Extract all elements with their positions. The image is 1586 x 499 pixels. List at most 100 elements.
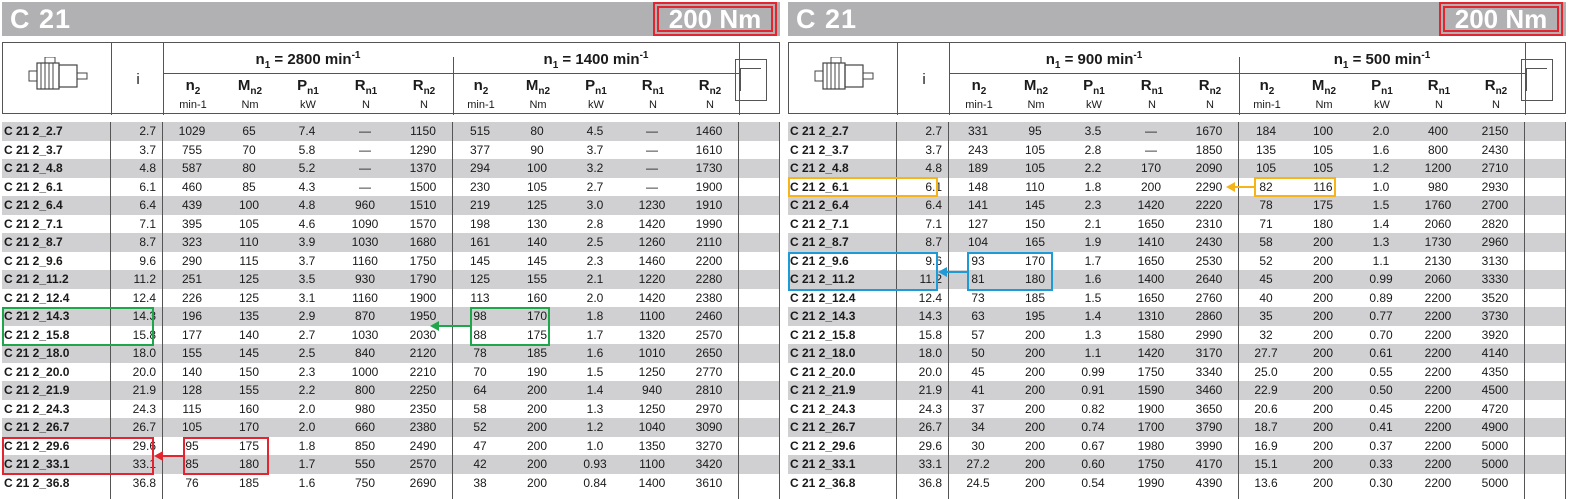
model-code: C 21 2_24.3 xyxy=(4,401,70,416)
model-code: C 21 2_9.6 xyxy=(4,253,63,268)
speed-header-b: n1 = 1400 min-1 xyxy=(543,50,649,71)
title-bar: C 21 200 Nm xyxy=(788,2,1566,36)
table-cell: 155 xyxy=(526,272,548,286)
table-cell: 1.7 xyxy=(298,457,316,471)
table-cell: 115 xyxy=(182,401,202,416)
table-row: C 21 2_7.1 7.1 395 105 4.6 1090 1570 198 130 2.8 1… xyxy=(2,215,780,234)
table-cell: 200 xyxy=(1024,401,1046,416)
model-code: C 21 2_36.8 xyxy=(790,475,856,490)
model-code: C 21 2_6.1 xyxy=(4,179,63,194)
table-cell: 4.5 xyxy=(586,124,604,138)
table-cell: 1.1 xyxy=(1084,346,1102,360)
table-cell: 105 xyxy=(1024,142,1046,157)
table-cell: 850 xyxy=(354,438,376,453)
table-cell: 1990 xyxy=(695,216,723,231)
table-cell: 200 xyxy=(1312,235,1334,249)
table-cell: 47 xyxy=(473,438,487,453)
table-cell: 25.0 xyxy=(1254,364,1278,379)
table-cell: 38 xyxy=(473,475,487,490)
table-cell: 113 xyxy=(470,290,490,305)
table-cell: 2.5 xyxy=(586,235,604,249)
table-cell: 1900 xyxy=(409,290,437,305)
table-cell: 2430 xyxy=(1195,235,1223,249)
table-cell: 165 xyxy=(1024,235,1046,249)
table-cell: 200 xyxy=(1024,420,1046,434)
speed-header-b: n1 = 500 min-1 xyxy=(1333,50,1431,71)
table-cell: 1400 xyxy=(638,475,666,490)
model-code: C 21 2_20.0 xyxy=(4,364,70,379)
table-cell: 1650 xyxy=(1137,290,1165,305)
table-cell: — xyxy=(646,142,658,157)
model-code: C 21 2_12.4 xyxy=(4,290,70,305)
table-cell: 2430 xyxy=(1481,142,1509,157)
table-cell: 1750 xyxy=(1137,457,1165,471)
table-row: C 21 2_2.7 2.7 1029 65 7.4 — 1150 515 80 4.5 — 1460 xyxy=(2,122,780,141)
ratio-value: 24.3 xyxy=(918,401,942,416)
table-cell: 1910 xyxy=(695,198,723,212)
table-cell: 3270 xyxy=(695,438,723,453)
table-cell: 0.74 xyxy=(1081,420,1105,434)
table-cell: 323 xyxy=(181,235,203,249)
table-cell: 1.8 xyxy=(1084,179,1102,194)
table-cell: 0.82 xyxy=(1081,401,1105,416)
model-code: C 21 2_11.2 xyxy=(4,272,69,286)
table-cell: 2640 xyxy=(1195,272,1223,286)
table-row: C 21 2_24.3 24.3 37 200 0.82 1900 3650 20.6 200 0… xyxy=(788,400,1566,419)
table-cell: 2200 xyxy=(1424,309,1452,323)
table-cell: 1250 xyxy=(638,401,666,416)
table-cell: 50 xyxy=(971,346,985,360)
table-cell: 145 xyxy=(469,253,491,268)
table-cell: 95 xyxy=(1028,124,1042,138)
model-code: C 21 2_8.7 xyxy=(4,235,63,249)
table-cell: 0.70 xyxy=(1369,327,1393,342)
table-cell: 587 xyxy=(181,161,203,175)
table-cell: 2700 xyxy=(1481,198,1509,212)
table-row: C 21 2_20.0 20.0 140 150 2.3 1000 2210 70 190 1.5… xyxy=(2,363,780,382)
table-cell: 2150 xyxy=(1481,124,1509,138)
table-cell: 4.8 xyxy=(298,198,316,212)
table-cell: 2650 xyxy=(695,346,723,360)
table-cell: 251 xyxy=(181,272,203,286)
table-cell: 1.5 xyxy=(1084,290,1102,305)
table-cell: 200 xyxy=(1024,475,1046,490)
table-cell: 100 xyxy=(526,161,548,175)
table-cell: — xyxy=(1145,124,1157,138)
table-cell: 0.50 xyxy=(1369,383,1393,397)
table-cell: 2690 xyxy=(409,475,437,490)
table-cell: 1.9 xyxy=(1084,235,1102,249)
table-cell: 840 xyxy=(354,346,376,360)
table-cell: 140 xyxy=(526,235,548,249)
table-cell: 2210 xyxy=(409,364,437,379)
table-cell: 30 xyxy=(971,438,985,453)
table-cell: 2200 xyxy=(695,253,723,268)
table-cell: 80 xyxy=(242,161,256,175)
table-cell: 2.0 xyxy=(1372,124,1390,138)
table-row: C 21 2_3.7 3.7 243 105 2.8 — 1850 135 105 1.6 800 2… xyxy=(788,141,1566,160)
table-cell: 1420 xyxy=(638,216,666,231)
table-cell: 100 xyxy=(1312,124,1334,138)
table-cell: 1650 xyxy=(1137,253,1165,268)
table-cell: 135 xyxy=(238,309,260,323)
table-cell: 2380 xyxy=(695,290,723,305)
catalog-panel-left: C 21 200 Nm i n1 = 2800 min-1 n1 = 1400 … xyxy=(2,0,782,499)
highlight-blue-arrow xyxy=(946,271,967,273)
table-cell: 198 xyxy=(469,216,491,231)
model-title: C 21 xyxy=(796,4,858,34)
model-code: C 21 2_3.7 xyxy=(790,142,849,157)
table-cell: 1.4 xyxy=(586,383,604,397)
table-cell: 2570 xyxy=(409,457,437,471)
table-cell: 135 xyxy=(1255,142,1277,157)
table-cell: 1.5 xyxy=(586,364,604,379)
table-row: C 21 2_12.4 12.4 73 185 1.5 1650 2760 40 200 0.89… xyxy=(788,289,1566,308)
table-cell: 1.4 xyxy=(1372,216,1390,231)
table-cell: 0.84 xyxy=(583,475,607,490)
table-cell: 200 xyxy=(1024,438,1046,453)
table-cell: 960 xyxy=(354,198,376,212)
ratio-value: 6.4 xyxy=(139,198,156,212)
table-cell: 3.5 xyxy=(1084,124,1102,138)
highlight-green-values xyxy=(470,307,550,346)
table-cell: 200 xyxy=(1024,327,1046,342)
table-cell: 4170 xyxy=(1195,457,1223,471)
table-cell: 3.1 xyxy=(298,290,316,305)
ratio-value: 3.7 xyxy=(925,142,942,157)
